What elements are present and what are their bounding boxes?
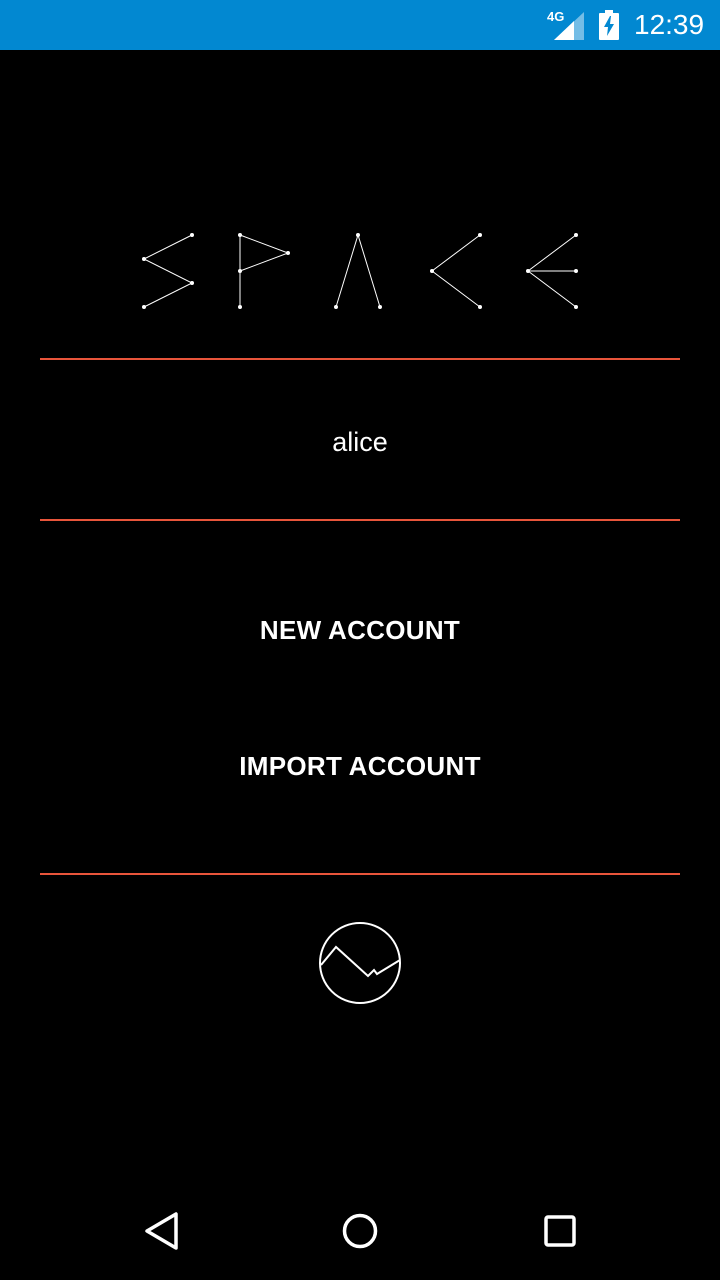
divider-middle: [40, 519, 680, 521]
status-bar: 4G 12:39: [0, 0, 720, 50]
home-icon[interactable]: [330, 1205, 390, 1257]
back-icon[interactable]: [130, 1205, 190, 1257]
space-logo: [142, 233, 578, 309]
divider-bottom: [40, 873, 680, 875]
import-account-button[interactable]: IMPORT ACCOUNT: [0, 736, 720, 796]
wave-circle-icon[interactable]: [318, 920, 402, 1006]
divider-top: [40, 358, 680, 360]
navigation-bar: [0, 1180, 720, 1280]
account-username[interactable]: alice: [0, 420, 720, 464]
battery-charging-icon: [599, 10, 619, 40]
new-account-button[interactable]: NEW ACCOUNT: [0, 600, 720, 660]
status-time: 12:39: [634, 9, 705, 40]
network-type: 4G: [547, 9, 565, 24]
recents-icon[interactable]: [530, 1205, 590, 1257]
screen: 4G 12:39 alice NEW ACCOUNT IMPORT ACCOUN…: [0, 0, 720, 1280]
